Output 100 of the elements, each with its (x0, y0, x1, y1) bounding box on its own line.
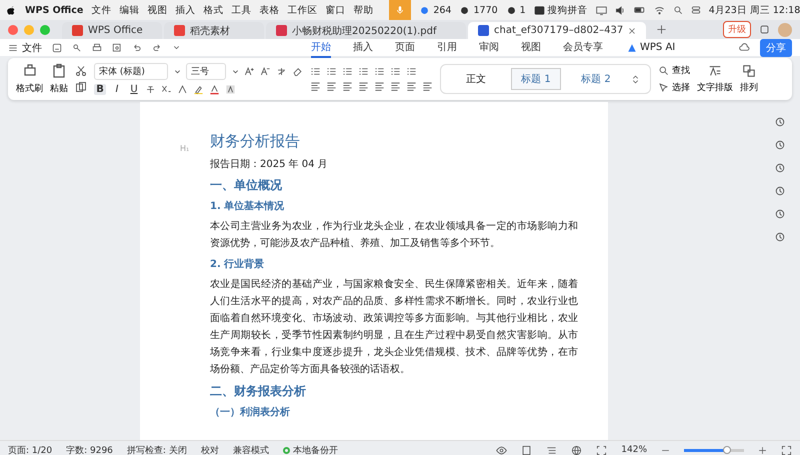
share-button[interactable]: 分享 (760, 38, 792, 56)
menu-item[interactable]: 工作区 (287, 4, 318, 16)
report-date: 报告日期：2025 年 04 月 (210, 158, 329, 171)
focus-icon[interactable] (596, 444, 608, 455)
format-painter-button[interactable]: 格式刷 (16, 63, 43, 95)
volume-icon[interactable] (614, 4, 626, 16)
text-effect-icon[interactable] (177, 84, 188, 95)
font-size-field[interactable]: 三号 (186, 63, 226, 80)
grow-font-icon[interactable] (244, 66, 255, 77)
document-tab[interactable]: chat_ef307179–d802–437 (468, 22, 646, 39)
menu-item[interactable]: 表格 (259, 4, 280, 16)
status-icon[interactable] (506, 4, 517, 16)
menu-icon[interactable] (8, 42, 18, 52)
find-button[interactable]: 查找 (658, 64, 690, 77)
apple-icon (6, 4, 17, 16)
arrange-button[interactable]: 排列 (740, 64, 758, 94)
align-left-icon[interactable] (310, 81, 321, 92)
chevron-down-icon[interactable] (232, 68, 239, 75)
shrink-font-icon[interactable] (260, 66, 271, 77)
ribbon-tab[interactable]: 审阅 (479, 38, 499, 58)
style-preset[interactable]: 标题 1 (511, 68, 561, 90)
menu-item[interactable]: 帮助 (353, 4, 374, 16)
document-tab[interactable]: WPS Office (62, 22, 162, 39)
chevron-down-icon[interactable] (174, 68, 181, 75)
file-menu[interactable]: 文件 (22, 40, 42, 54)
spell-check-toggle[interactable]: 拼写检查: 关闭 (126, 444, 187, 455)
clock-icon[interactable] (774, 231, 786, 243)
page-count[interactable]: 页面: 1/20 (8, 444, 52, 455)
font-color-icon[interactable] (209, 84, 220, 95)
font-family-field[interactable]: 宋体 (标题) (94, 63, 168, 80)
ribbon-tab[interactable]: 页面 (395, 38, 415, 58)
style-preset[interactable]: 标题 2 (571, 68, 621, 90)
ribbon-tab[interactable]: 视图 (521, 38, 541, 58)
status-count: 1770 (473, 4, 498, 16)
save-icon[interactable] (52, 42, 62, 52)
ribbon-tab[interactable]: 引用 (437, 38, 457, 58)
wifi-icon[interactable] (654, 4, 665, 16)
scissors-icon[interactable] (75, 65, 87, 77)
search-icon (658, 65, 669, 76)
section-heading: 二、财务报表分析 (210, 383, 307, 400)
close-icon[interactable] (628, 26, 636, 34)
style-preset[interactable]: 正文 (451, 68, 501, 90)
backup-status[interactable]: 本地备份开 (292, 444, 338, 455)
word-count[interactable]: 字数: 9296 (66, 444, 113, 455)
print-icon[interactable] (92, 42, 102, 52)
new-tab-icon[interactable] (656, 24, 668, 35)
eye-icon[interactable] (496, 444, 508, 455)
page-view-icon[interactable] (521, 444, 532, 455)
fullscreen-icon[interactable] (781, 444, 792, 455)
text-layout-button[interactable]: 文字排版 (697, 64, 733, 94)
highlight-icon[interactable] (193, 84, 204, 95)
format-toggle[interactable]: I (111, 84, 123, 95)
bullets-icon[interactable] (310, 66, 321, 77)
paragraph: 本公司主营业务为农业，作为行业龙头企业，在农业领域具备一定的市场影响力和资源优势，可能涉及农产品种植、养殖、加工及销售等多个环节。 (210, 220, 578, 251)
control-center-icon[interactable] (690, 5, 701, 15)
zoom-slider[interactable] (684, 448, 744, 452)
globe-icon[interactable] (571, 444, 582, 455)
mic-glyph-icon (395, 5, 406, 15)
ai-button[interactable]: WPS AI (640, 42, 676, 53)
format-toggle[interactable]: U (128, 84, 140, 95)
preview-icon[interactable] (112, 42, 122, 52)
clipboard-icon (51, 63, 67, 79)
redo-icon[interactable] (152, 42, 162, 52)
format-toggle[interactable]: B (94, 84, 106, 95)
proofread-button[interactable]: 校对 (200, 444, 219, 455)
document-tab[interactable]: 稻壳素材 (164, 22, 264, 39)
subscript-icon[interactable] (161, 84, 172, 95)
style-scroll-icon[interactable] (631, 74, 640, 84)
numbering-icon[interactable] (326, 66, 337, 77)
menu-bar-clock[interactable]: 4月23日 周三 12:18 (708, 4, 800, 16)
input-method-label[interactable]: 搜狗拼音 (548, 4, 588, 16)
menu-item[interactable]: 文件 (91, 4, 112, 16)
menu-item[interactable]: 编辑 (119, 4, 140, 16)
character-shading-icon[interactable] (225, 84, 236, 95)
window-icon[interactable] (759, 24, 770, 35)
ribbon-tab[interactable]: 插入 (353, 38, 373, 58)
ribbon-tab[interactable]: 会员专享 (563, 38, 603, 58)
document-tab[interactable]: 小畅财税助理20250220(1).pdf (266, 22, 466, 39)
select-button[interactable]: 选择 (658, 81, 690, 94)
display-icon[interactable] (596, 4, 607, 16)
menu-item[interactable]: 窗口 (325, 4, 346, 16)
cloud-icon[interactable] (739, 42, 750, 53)
status-icon[interactable] (459, 4, 470, 16)
menu-item[interactable]: 格式 (203, 4, 224, 16)
undo-icon[interactable] (132, 42, 142, 52)
menu-item[interactable]: 插入 (175, 4, 196, 16)
search-icon[interactable] (672, 5, 683, 15)
zoom-level[interactable]: 142% (621, 445, 647, 455)
app-menu[interactable]: WPS Office (25, 4, 84, 16)
strikethrough-icon[interactable] (145, 84, 156, 95)
menu-item[interactable]: 工具 (231, 4, 252, 16)
zoom-in-icon[interactable] (758, 446, 767, 454)
menu-item[interactable]: 视图 (147, 4, 168, 16)
eraser-icon[interactable] (292, 66, 303, 77)
copy-icon[interactable] (75, 81, 87, 93)
outline-view-icon[interactable] (546, 444, 558, 455)
ai-logo-icon[interactable] (627, 42, 637, 52)
compatibility-mode-label: 兼容模式 (232, 444, 269, 455)
paste-button[interactable]: 粘贴 (50, 63, 68, 95)
upgrade-button[interactable]: 升级 (723, 21, 751, 38)
